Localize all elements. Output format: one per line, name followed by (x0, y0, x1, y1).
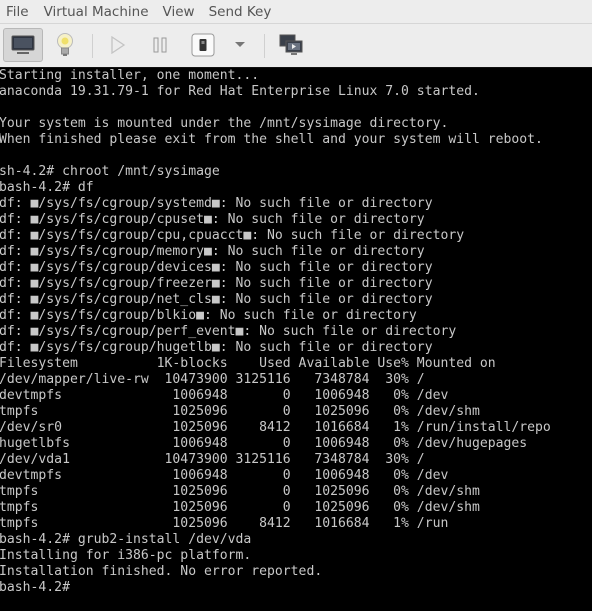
details-button[interactable] (45, 28, 85, 62)
df-table-row: tmpfs 1025096 0 1025096 0% /dev/shm (0, 500, 480, 515)
toolbar (0, 24, 592, 68)
terminal-line: anaconda 19.31.79-1 for Red Hat Enterpri… (0, 84, 480, 99)
console-screens-icon (279, 34, 303, 55)
df-table-row: /dev/sr0 1025096 8412 1016684 1% /run/in… (0, 420, 551, 435)
terminal-line: bash-4.2# grub2-install /dev/vda (0, 532, 252, 547)
vm-console-terminal[interactable]: Starting installer, one moment... anacond… (0, 68, 592, 611)
power-icon (191, 33, 215, 57)
shutdown-menu-dropdown[interactable] (220, 28, 260, 62)
menu-virtual-machine[interactable]: Virtual Machine (39, 1, 158, 23)
pause-button[interactable] (140, 28, 180, 62)
terminal-line: df: ■/sys/fs/cgroup/blkio■: No such file… (0, 308, 417, 323)
df-table-row: /dev/mapper/live-rw 10473900 3125116 734… (0, 372, 425, 387)
terminal-line: Installing for i386-pc platform. (0, 548, 252, 563)
df-table-row: devtmpfs 1006948 0 1006948 0% /dev (0, 388, 449, 403)
terminal-output-after: bash-4.2# grub2-install /dev/vda Installi… (0, 532, 592, 596)
run-button[interactable] (98, 28, 138, 62)
df-table-row: hugetlbfs 1006948 0 1006948 0% /dev/huge… (0, 436, 528, 451)
terminal-output-before: Starting installer, one moment... anacond… (0, 68, 592, 356)
terminal-line: bash-4.2# (0, 580, 70, 595)
terminal-line: df: ■/sys/fs/cgroup/devices■: No such fi… (0, 260, 433, 275)
terminal-line: Your system is mounted under the /mnt/sy… (0, 116, 449, 131)
fullscreen-button[interactable] (271, 28, 311, 62)
monitor-icon (11, 35, 35, 54)
terminal-line: df: ■/sys/fs/cgroup/hugetlb■: No such fi… (0, 340, 433, 355)
shutdown-button[interactable] (183, 28, 223, 62)
terminal-line: sh-4.2# chroot /mnt/sysimage (0, 164, 220, 179)
df-output-table: Filesystem 1K-blocks Used Available Use%… (0, 356, 592, 532)
df-table-row: /dev/vda1 10473900 3125116 7348784 30% / (0, 452, 425, 467)
show-console-button[interactable] (3, 28, 43, 62)
terminal-line: bash-4.2# df (0, 180, 94, 195)
terminal-line: df: ■/sys/fs/cgroup/net_cls■: No such fi… (0, 292, 433, 307)
df-table-row: tmpfs 1025096 0 1025096 0% /dev/shm (0, 404, 480, 419)
terminal-line: df: ■/sys/fs/cgroup/perf_event■: No such… (0, 324, 457, 339)
lightbulb-icon (57, 33, 73, 56)
chevron-down-icon (235, 42, 245, 47)
pause-icon (153, 37, 167, 53)
toolbar-separator (264, 34, 265, 58)
terminal-line: df: ■/sys/fs/cgroup/memory■: No such fil… (0, 244, 425, 259)
terminal-line: Installation finished. No error reported… (0, 564, 323, 579)
menubar: File Virtual Machine View Send Key (0, 0, 592, 24)
toolbar-separator (92, 34, 93, 58)
play-icon (111, 36, 126, 54)
terminal-line: df: ■/sys/fs/cgroup/freezer■: No such fi… (0, 276, 433, 291)
terminal-line: df: ■/sys/fs/cgroup/cpu,cpuacct■: No suc… (0, 228, 465, 243)
terminal-line: df: ■/sys/fs/cgroup/cpuset■: No such fil… (0, 212, 425, 227)
df-table-row: tmpfs 1025096 8412 1016684 1% /run (0, 516, 449, 531)
terminal-line: df: ■/sys/fs/cgroup/systemd■: No such fi… (0, 196, 433, 211)
menu-send-key[interactable]: Send Key (204, 1, 281, 23)
menu-file[interactable]: File (0, 1, 39, 23)
terminal-line: When finished please exit from the shell… (0, 132, 543, 147)
menu-view[interactable]: View (158, 1, 204, 23)
df-header-row: Filesystem 1K-blocks Used Available Use%… (0, 356, 496, 371)
terminal-line: Starting installer, one moment... (0, 68, 260, 83)
df-table-row: tmpfs 1025096 0 1025096 0% /dev/shm (0, 484, 480, 499)
df-table-row: devtmpfs 1006948 0 1006948 0% /dev (0, 468, 449, 483)
